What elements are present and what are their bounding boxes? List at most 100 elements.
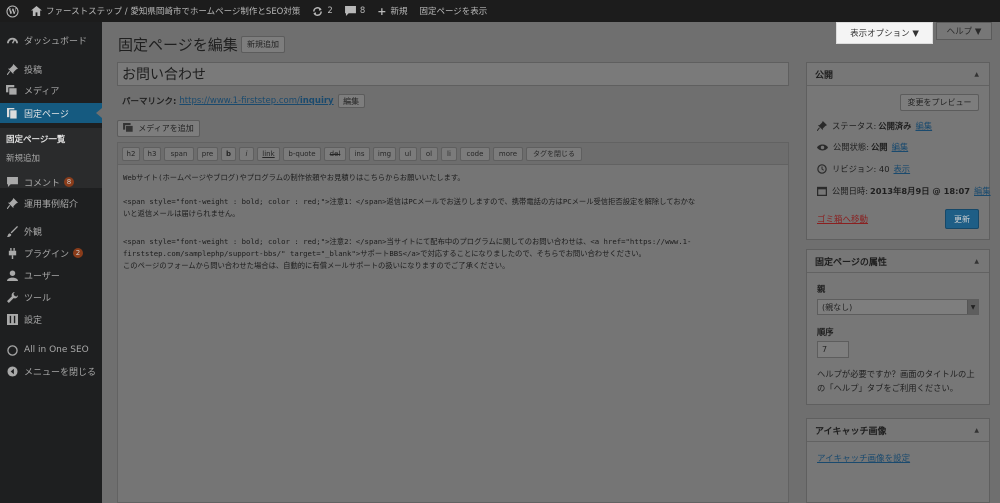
paintbrush-icon: [6, 225, 18, 237]
comment-icon: [6, 176, 18, 188]
text-editor[interactable]: h2 h3 span pre b i link b-quote del ins …: [117, 142, 789, 503]
edit-date-link[interactable]: 編集: [974, 185, 991, 197]
menu-posts[interactable]: 投稿: [0, 59, 102, 79]
permalink-url[interactable]: https://www.1-firststep.com/inquiry: [179, 96, 333, 106]
featured-image-header[interactable]: アイキャッチ画像 ▲: [807, 419, 989, 442]
permalink: パーマリンク: https://www.1-firststep.com/inqu…: [122, 94, 365, 108]
new-content-link[interactable]: + 新規: [371, 0, 413, 22]
preview-changes-button[interactable]: 変更をプレビュー: [900, 94, 979, 111]
qt-del-button[interactable]: del: [324, 147, 346, 161]
content-line: このページのフォームから問い合わせた場合は、自動的に有償メールサポートの扱いにな…: [123, 261, 510, 270]
qt-bold-button[interactable]: b: [221, 147, 236, 161]
edit-status-link[interactable]: 編集: [915, 120, 932, 132]
publish-date-row: 公開日時: 2013年8月9日 @ 18:07 編集: [817, 185, 991, 197]
status-value: 公開済み: [878, 121, 912, 131]
set-featured-image-link[interactable]: アイキャッチ画像を設定: [817, 452, 910, 464]
pin-icon: [6, 197, 18, 209]
screen-options-button[interactable]: 表示オプション ▼: [836, 22, 933, 44]
comments-badge: 8: [64, 177, 75, 187]
page-attributes-header[interactable]: 固定ページの属性 ▲: [807, 250, 989, 273]
settings-icon: [6, 313, 18, 325]
home-icon: [31, 6, 42, 16]
help-button[interactable]: ヘルプ ▼: [936, 22, 992, 40]
menu-plugins[interactable]: プラグイン 2: [0, 243, 102, 263]
qt-h3-button[interactable]: h3: [143, 147, 161, 161]
publish-date-value: 2013年8月9日 @ 18:07: [869, 186, 970, 196]
parent-select[interactable]: (親なし) ▼: [817, 299, 979, 315]
qt-ol-button[interactable]: ol: [420, 147, 438, 161]
qt-h2-button[interactable]: h2: [122, 147, 140, 161]
featured-image-box: アイキャッチ画像 ▲ アイキャッチ画像を設定: [806, 418, 990, 503]
view-page-link[interactable]: 固定ページを表示: [413, 0, 493, 22]
quicktags-toolbar: h2 h3 span pre b i link b-quote del ins …: [118, 143, 788, 165]
qt-more-button[interactable]: more: [493, 147, 523, 161]
visibility-value: 公開: [870, 142, 888, 152]
view-revisions-link[interactable]: 表示: [893, 163, 910, 175]
dropdown-arrow-icon: ▼: [967, 300, 978, 314]
edit-permalink-button[interactable]: 編集: [337, 94, 365, 108]
menu-users[interactable]: ユーザー: [0, 265, 102, 285]
qt-img-button[interactable]: img: [373, 147, 396, 161]
menu-works[interactable]: 運用事例紹介: [0, 193, 102, 213]
qt-ul-button[interactable]: ul: [399, 147, 417, 161]
qt-pre-button[interactable]: pre: [197, 147, 218, 161]
publish-box-header[interactable]: 公開 ▲: [807, 63, 989, 86]
page-attributes-box: 固定ページの属性 ▲ 親 (親なし) ▼ 順序 7 ヘルプが必要ですか？画面のタ…: [806, 249, 990, 405]
comments-link[interactable]: 8: [339, 0, 371, 22]
menu-seo[interactable]: All in One SEO: [0, 340, 102, 360]
order-label: 順序: [817, 327, 834, 337]
collapse-menu-button[interactable]: メニューを閉じる: [0, 361, 102, 381]
plugin-icon: [6, 247, 18, 259]
qt-code-button[interactable]: code: [460, 147, 490, 161]
status-row: ステータス: 公開済み 編集: [817, 120, 932, 132]
dashboard-icon: [6, 34, 18, 46]
pin-icon: [6, 63, 18, 75]
qt-ins-button[interactable]: ins: [349, 147, 370, 161]
toggle-arrow-icon[interactable]: ▲: [974, 258, 979, 265]
menu-comments[interactable]: コメント 8: [0, 172, 102, 192]
qt-close-tags-button[interactable]: タグを閉じる: [526, 147, 582, 161]
submenu-pages-all[interactable]: 固定ページ一覧: [6, 133, 65, 145]
post-title-input[interactable]: お問い合わせ: [117, 62, 789, 86]
menu-media[interactable]: メディア: [0, 80, 102, 100]
order-input[interactable]: 7: [817, 341, 849, 358]
qt-italic-button[interactable]: i: [239, 147, 254, 161]
collapse-icon: [6, 365, 18, 377]
content-line: いと返信メールは届けられません。: [123, 209, 240, 218]
add-media-button[interactable]: メディアを追加: [117, 120, 200, 137]
menu-settings[interactable]: 設定: [0, 309, 102, 329]
updates-count: 2: [327, 6, 333, 16]
help-text-line: の「ヘルプ」タブをご利用ください。: [817, 383, 959, 393]
qt-link-button[interactable]: link: [257, 147, 280, 161]
pin-icon: [817, 121, 827, 131]
submenu-pages-new[interactable]: 新規追加: [6, 152, 40, 164]
visibility-row: 公開状態: 公開 編集: [817, 141, 908, 153]
media-icon: [123, 122, 134, 135]
qt-li-button[interactable]: li: [441, 147, 457, 161]
add-new-page-button[interactable]: 新規追加: [241, 36, 285, 53]
site-name-link[interactable]: ファーストステップ / 愛知県岡崎市でホームページ制作とSEO対策: [25, 0, 306, 22]
qt-span-button[interactable]: span: [164, 147, 194, 161]
menu-pages[interactable]: 固定ページ: [0, 103, 102, 123]
wordpress-logo-icon[interactable]: W: [0, 0, 25, 22]
calendar-icon: [817, 186, 827, 196]
updates-link[interactable]: 2: [306, 0, 338, 22]
admin-sidebar: ダッシュボード 投稿 メディア 固定ページ 固定ページ一覧 新規追加 コメント …: [0, 22, 102, 503]
edit-visibility-link[interactable]: 編集: [892, 141, 909, 153]
comments-count: 8: [359, 6, 366, 16]
move-to-trash-link[interactable]: ゴミ箱へ移動: [817, 213, 868, 225]
toggle-arrow-icon[interactable]: ▲: [974, 71, 979, 78]
menu-tools[interactable]: ツール: [0, 287, 102, 307]
permalink-label: パーマリンク:: [122, 97, 177, 107]
content-line: <span style="font-weight : bold; color :…: [123, 197, 696, 206]
qt-bquote-button[interactable]: b-quote: [283, 147, 321, 161]
toggle-arrow-icon[interactable]: ▲: [974, 427, 979, 434]
help-text-line: ヘルプが必要ですか？画面のタイトルの上: [817, 369, 975, 379]
site-name: ファーストステップ / 愛知県岡崎市でホームページ制作とSEO対策: [46, 7, 301, 17]
svg-text:W: W: [7, 7, 17, 16]
menu-appearance[interactable]: 外観: [0, 221, 102, 241]
revisions-icon: [817, 164, 827, 174]
menu-dashboard[interactable]: ダッシュボード: [0, 30, 102, 50]
plugins-badge: 2: [73, 248, 84, 258]
update-button[interactable]: 更新: [945, 209, 979, 229]
